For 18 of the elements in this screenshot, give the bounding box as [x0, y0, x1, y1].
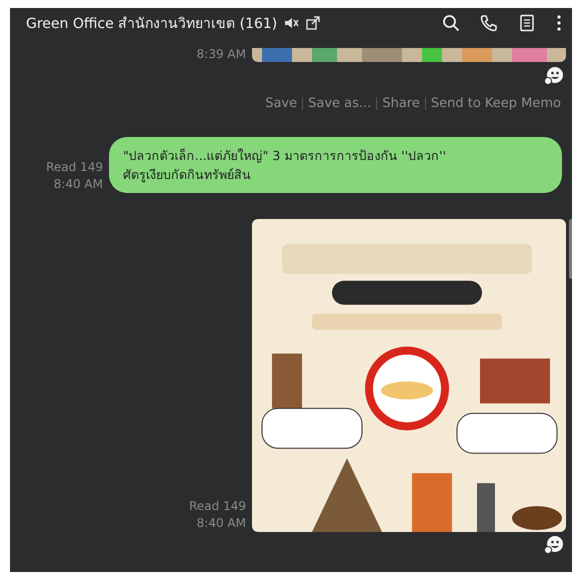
notes-icon[interactable] — [518, 14, 536, 32]
image-action-link[interactable]: Share — [377, 96, 425, 111]
message-time: 8:40 AM — [54, 176, 103, 193]
emoji-face-icon[interactable] — [544, 66, 564, 86]
phone-icon[interactable] — [480, 14, 498, 32]
image-action-link[interactable]: Save — [260, 96, 302, 111]
emoji-face-icon[interactable] — [544, 535, 564, 555]
chat-title: Green Office สำนักงานวิทยาเขต (161) — [26, 15, 278, 34]
message-time: 8:40 AM — [196, 515, 246, 532]
image-action-link[interactable]: Send to Keep Memo — [426, 96, 566, 111]
search-icon[interactable] — [442, 14, 460, 32]
image-action-link[interactable]: Save as... — [303, 96, 376, 111]
read-count: Read 149 — [189, 498, 246, 515]
more-icon[interactable] — [556, 14, 562, 32]
read-count: Read 149 — [46, 159, 103, 176]
message-time: 8:39 AM — [196, 46, 246, 63]
external-window-icon[interactable] — [305, 15, 322, 31]
message-bubble: "ปลวกตัวเล็ก...แต่ภัยใหญ่" 3 มาตรการการป้องกัน ''ปลวก'' ศัตรูเงียบกัดกินทรัพย์สิน — [109, 137, 562, 193]
